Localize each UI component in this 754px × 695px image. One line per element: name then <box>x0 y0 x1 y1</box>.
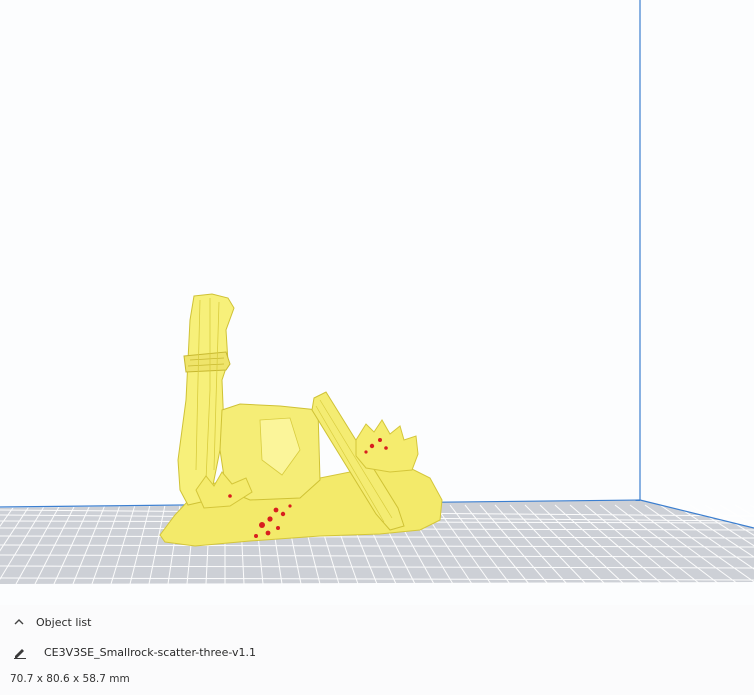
object-name-row: CE3V3SE_Smallrock-scatter-three-v1.1 <box>12 645 256 659</box>
model[interactable] <box>159 293 443 547</box>
model-rope <box>183 351 231 373</box>
object-panel: Object list CE3V3SE_Smallrock-scatter-th… <box>0 605 754 695</box>
object-dimensions: 70.7 x 80.6 x 58.7 mm <box>10 673 130 685</box>
object-dimensions-text: 70.7 x 80.6 x 58.7 mm <box>10 673 130 685</box>
scene <box>0 0 754 585</box>
object-list-label: Object list <box>36 615 92 629</box>
object-list-toggle[interactable]: Object list <box>12 615 91 629</box>
3d-viewport[interactable] <box>0 0 754 610</box>
pencil-icon[interactable] <box>12 645 30 659</box>
model-grass <box>355 419 419 473</box>
object-name: CE3V3SE_Smallrock-scatter-three-v1.1 <box>44 645 257 659</box>
chevron-up-icon <box>12 615 30 629</box>
